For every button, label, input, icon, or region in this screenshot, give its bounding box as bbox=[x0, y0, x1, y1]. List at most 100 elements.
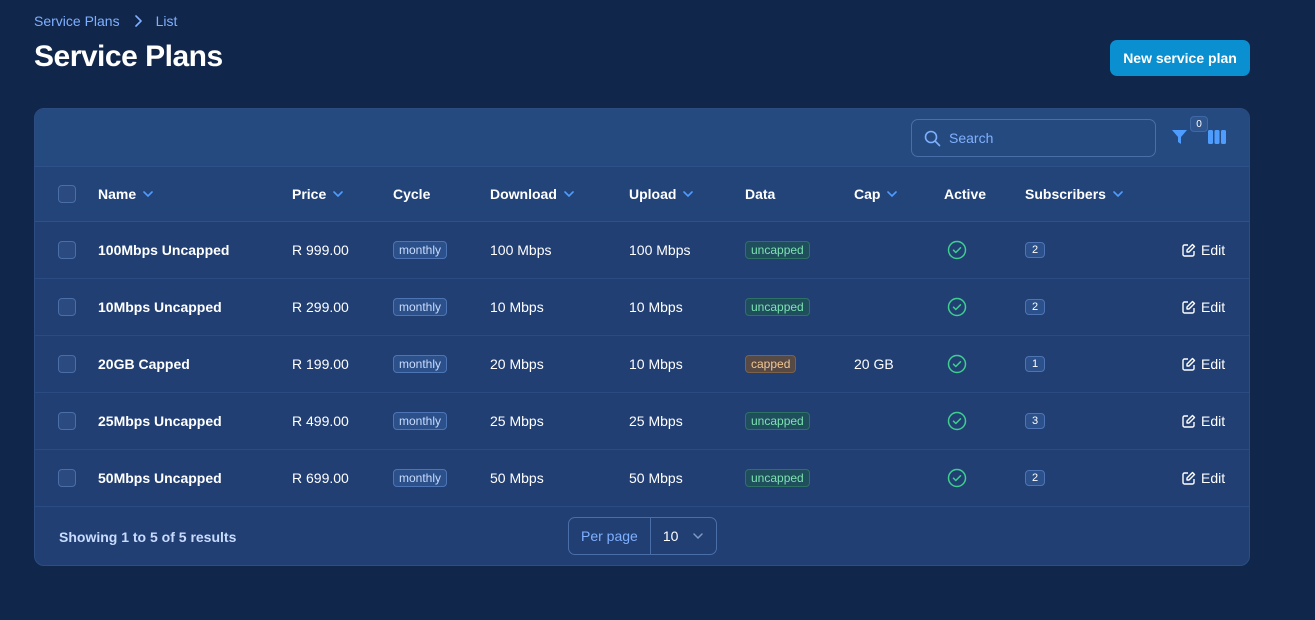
edit-label: Edit bbox=[1201, 470, 1226, 486]
data-badge: uncapped bbox=[745, 412, 810, 430]
chevron-down-icon bbox=[143, 191, 153, 197]
plan-upload: 10 Mbps bbox=[629, 299, 683, 315]
edit-icon bbox=[1182, 243, 1196, 257]
search-box[interactable] bbox=[911, 119, 1156, 157]
plan-upload: 100 Mbps bbox=[629, 242, 691, 258]
column-header-price[interactable]: Price bbox=[292, 167, 344, 221]
data-badge: uncapped bbox=[745, 469, 810, 487]
table-row: 20GB Capped R 199.00 monthly 20 Mbps 10 … bbox=[35, 336, 1249, 393]
data-badge: uncapped bbox=[745, 298, 810, 316]
edit-icon bbox=[1182, 357, 1196, 371]
edit-icon bbox=[1182, 414, 1196, 428]
search-icon bbox=[924, 130, 941, 147]
edit-button[interactable]: Edit bbox=[1182, 450, 1225, 506]
page-title: Service Plans bbox=[34, 40, 223, 73]
plan-download: 25 Mbps bbox=[490, 413, 544, 429]
check-circle-icon bbox=[947, 411, 967, 431]
check-circle-icon bbox=[947, 468, 967, 488]
chevron-down-icon bbox=[693, 533, 703, 539]
chevron-down-icon bbox=[333, 191, 344, 197]
columns-icon[interactable] bbox=[1208, 129, 1226, 150]
plan-name: 10Mbps Uncapped bbox=[98, 299, 222, 315]
column-header-cap[interactable]: Cap bbox=[854, 167, 898, 221]
breadcrumb: Service Plans List bbox=[34, 13, 177, 29]
edit-label: Edit bbox=[1201, 299, 1226, 315]
subscribers-badge: 2 bbox=[1025, 470, 1046, 486]
chevron-down-icon bbox=[683, 191, 694, 197]
breadcrumb-parent-link[interactable]: Service Plans bbox=[34, 13, 120, 29]
column-header-subscribers[interactable]: Subscribers bbox=[1025, 167, 1123, 221]
table-body: 100Mbps Uncapped R 999.00 monthly 100 Mb… bbox=[35, 222, 1249, 507]
subscribers-badge: 3 bbox=[1025, 413, 1046, 429]
check-circle-icon bbox=[947, 297, 967, 317]
subscribers-badge: 2 bbox=[1025, 242, 1046, 258]
row-checkbox[interactable] bbox=[58, 469, 76, 487]
plan-download: 20 Mbps bbox=[490, 356, 544, 372]
subscribers-badge: 1 bbox=[1025, 356, 1046, 372]
column-header-data: Data bbox=[745, 186, 776, 202]
cycle-badge: monthly bbox=[393, 355, 448, 373]
plan-download: 10 Mbps bbox=[490, 299, 544, 315]
edit-icon bbox=[1182, 471, 1196, 485]
search-input[interactable] bbox=[949, 130, 1139, 146]
table-row: 25Mbps Uncapped R 499.00 monthly 25 Mbps… bbox=[35, 393, 1249, 450]
plan-upload: 10 Mbps bbox=[629, 356, 683, 372]
per-page-select[interactable]: 10 bbox=[651, 528, 715, 544]
plan-price: R 699.00 bbox=[292, 470, 349, 486]
edit-label: Edit bbox=[1201, 356, 1226, 372]
breadcrumb-current[interactable]: List bbox=[156, 13, 178, 29]
table-header: Name Price Cycle Download Upload Data Ca… bbox=[35, 167, 1249, 222]
plan-price: R 499.00 bbox=[292, 413, 349, 429]
service-plans-table: 0 Name Price Cycle Download Upload Data … bbox=[34, 108, 1250, 566]
new-service-plan-button[interactable]: New service plan bbox=[1110, 40, 1250, 76]
edit-label: Edit bbox=[1201, 413, 1226, 429]
plan-name: 100Mbps Uncapped bbox=[98, 242, 230, 258]
plan-cap: 20 GB bbox=[854, 356, 894, 372]
plan-price: R 199.00 bbox=[292, 356, 349, 372]
edit-button[interactable]: Edit bbox=[1182, 336, 1225, 392]
plan-price: R 299.00 bbox=[292, 299, 349, 315]
edit-icon bbox=[1182, 300, 1196, 314]
row-checkbox[interactable] bbox=[58, 241, 76, 259]
chevron-down-icon bbox=[1113, 191, 1123, 197]
plan-name: 25Mbps Uncapped bbox=[98, 413, 222, 429]
plan-name: 50Mbps Uncapped bbox=[98, 470, 222, 486]
cycle-badge: monthly bbox=[393, 412, 448, 430]
plan-price: R 999.00 bbox=[292, 242, 349, 258]
data-badge: uncapped bbox=[745, 241, 810, 259]
chevron-down-icon bbox=[564, 191, 574, 197]
table-row: 10Mbps Uncapped R 299.00 monthly 10 Mbps… bbox=[35, 279, 1249, 336]
plan-name: 20GB Capped bbox=[98, 356, 190, 372]
check-circle-icon bbox=[947, 240, 967, 260]
edit-button[interactable]: Edit bbox=[1182, 279, 1225, 335]
cycle-badge: monthly bbox=[393, 241, 448, 259]
column-header-download[interactable]: Download bbox=[490, 167, 574, 221]
table-row: 50Mbps Uncapped R 699.00 monthly 50 Mbps… bbox=[35, 450, 1249, 507]
per-page-control: Per page 10 bbox=[568, 517, 717, 555]
plan-download: 50 Mbps bbox=[490, 470, 544, 486]
subscribers-badge: 2 bbox=[1025, 299, 1046, 315]
plan-upload: 50 Mbps bbox=[629, 470, 683, 486]
edit-button[interactable]: Edit bbox=[1182, 222, 1225, 278]
data-badge: capped bbox=[745, 355, 797, 373]
check-circle-icon bbox=[947, 354, 967, 374]
row-checkbox[interactable] bbox=[58, 412, 76, 430]
edit-label: Edit bbox=[1201, 242, 1226, 258]
filter-count-badge: 0 bbox=[1190, 116, 1208, 132]
row-checkbox[interactable] bbox=[58, 298, 76, 316]
filter-icon[interactable] bbox=[1171, 128, 1188, 151]
column-header-active: Active bbox=[944, 186, 987, 202]
plan-upload: 25 Mbps bbox=[629, 413, 683, 429]
chevron-down-icon bbox=[887, 191, 898, 197]
row-checkbox[interactable] bbox=[58, 355, 76, 373]
column-header-upload[interactable]: Upload bbox=[629, 167, 694, 221]
table-row: 100Mbps Uncapped R 999.00 monthly 100 Mb… bbox=[35, 222, 1249, 279]
table-footer: Showing 1 to 5 of 5 results Per page 10 bbox=[35, 507, 1249, 565]
edit-button[interactable]: Edit bbox=[1182, 393, 1225, 449]
per-page-value: 10 bbox=[662, 528, 679, 544]
select-all-checkbox[interactable] bbox=[58, 185, 76, 203]
table-toolbar: 0 bbox=[35, 109, 1249, 167]
column-header-name[interactable]: Name bbox=[98, 167, 153, 221]
plan-download: 100 Mbps bbox=[490, 242, 552, 258]
per-page-label: Per page bbox=[569, 518, 651, 554]
